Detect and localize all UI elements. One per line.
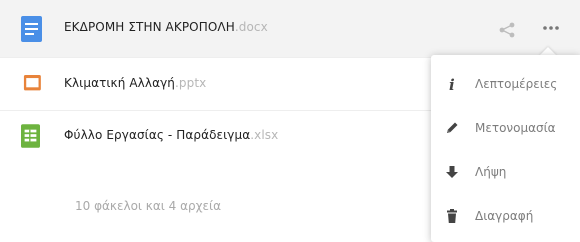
download-icon — [446, 166, 458, 178]
file-summary: 10 φάκελοι και 4 αρχεία — [75, 199, 222, 213]
file-name[interactable]: Κλιματική Αλλαγή.pptx — [64, 76, 206, 90]
svg-text:i: i — [449, 76, 455, 92]
file-row[interactable]: ΕΚΔΡΟΜΗ ΣΤΗΝ ΑΚΡΟΠΟΛΗ.docx — [0, 0, 580, 58]
more-options-icon[interactable] — [541, 20, 561, 36]
share-icon[interactable] — [498, 21, 516, 39]
menu-item-delete[interactable]: Διαγραφή — [431, 195, 580, 239]
file-name[interactable]: ΕΚΔΡΟΜΗ ΣΤΗΝ ΑΚΡΟΠΟΛΗ.docx — [64, 20, 268, 34]
file-actions-menu: i Λεπτομέρειες Μετονομασία Λήψη Διαγραφή — [431, 55, 580, 242]
presentation-icon — [23, 75, 41, 91]
info-icon: i — [449, 76, 455, 92]
file-name[interactable]: Φύλλο Εργασίας - Παράδειγμα.xlsx — [64, 128, 278, 142]
menu-item-details[interactable]: i Λεπτομέρειες — [431, 63, 580, 107]
pencil-icon — [447, 122, 458, 133]
trash-icon — [447, 209, 457, 223]
spreadsheet-icon — [21, 124, 40, 148]
document-icon — [21, 16, 42, 42]
menu-item-download[interactable]: Λήψη — [431, 151, 580, 195]
menu-item-rename[interactable]: Μετονομασία — [431, 107, 580, 151]
